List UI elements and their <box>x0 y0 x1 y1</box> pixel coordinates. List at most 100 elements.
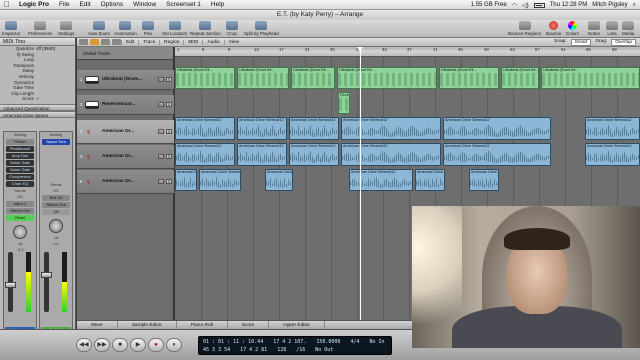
advanced-quantization-section[interactable]: Advanced Quantization <box>0 103 75 111</box>
midi-region[interactable]: Ultrabeat (Drum Kit... <box>501 67 539 89</box>
colors-button[interactable]: Colors <box>566 21 579 37</box>
menu-screenset[interactable]: Screenset 1 <box>161 1 206 8</box>
pan-knob[interactable] <box>13 225 27 239</box>
menu-file[interactable]: File <box>54 1 74 8</box>
plugin-slot[interactable]: Amp Des <box>6 153 34 159</box>
auto-zoom-button[interactable]: Auto Zoom <box>88 21 110 37</box>
volume-fader-track[interactable] <box>44 252 49 312</box>
setting-button[interactable]: Space Des <box>42 139 70 145</box>
inspector-button[interactable]: Inspector <box>2 21 21 37</box>
arrange-menu-edit[interactable]: Edit <box>121 39 138 45</box>
plugin-slot[interactable]: Pedalboard <box>6 146 34 152</box>
track-header[interactable]: 4 ♆ American Dr... M S <box>77 145 174 169</box>
mute-button[interactable]: M <box>158 154 164 159</box>
audio-region[interactable]: American Drive Stereo#12 <box>289 117 339 140</box>
volume-fader-handle[interactable] <box>41 272 52 278</box>
track-section[interactable]: American Drive Stereo <box>0 110 75 118</box>
output-slot[interactable]: Stereo Out <box>6 208 34 214</box>
pause-button[interactable]: ⏸ <box>166 338 182 352</box>
plugin-slot[interactable]: Chan EQ <box>6 181 34 187</box>
rewind-button[interactable]: ◀◀ <box>76 338 92 352</box>
split-by-playhead-button[interactable]: Split by Playhead <box>244 21 279 37</box>
media-button[interactable]: Media <box>622 21 634 37</box>
automation-mode-button[interactable]: Read <box>6 215 34 221</box>
midi-region[interactable]: Ultrabeat (Drum Kit... <box>541 67 640 89</box>
drag-select[interactable]: Overlap <box>611 38 636 46</box>
track-header[interactable]: 1 Ultrabeat (Drum... M S <box>77 70 174 90</box>
track-header[interactable]: 2 ReverseGuar... M S <box>77 95 174 115</box>
midi-region[interactable]: Rever <box>338 92 350 114</box>
clock[interactable]: Thu 12:28 PM <box>550 2 588 8</box>
midi-region[interactable]: Ultrabeat (Drum Kit... <box>291 67 335 89</box>
plugin-slot[interactable]: Compressor <box>6 174 34 180</box>
tab-score[interactable]: Score <box>228 321 270 329</box>
mute-button[interactable]: M <box>158 77 164 82</box>
preferences-button[interactable]: Preferences <box>28 21 52 37</box>
audio-region[interactable]: American Drive Stereo#12 <box>469 169 499 191</box>
midi-region[interactable]: Ultrabeat (Drum Kit... <box>175 67 235 89</box>
flex-button[interactable]: Flex <box>142 21 154 37</box>
solo-button[interactable]: S <box>166 77 172 82</box>
tool-button[interactable] <box>90 39 99 45</box>
audio-region[interactable]: American Drive Stereo#12 <box>237 117 287 140</box>
menu-help[interactable]: Help <box>206 1 229 8</box>
spotlight-icon[interactable]: ⌕ <box>633 2 636 9</box>
mute-button[interactable]: M <box>158 102 164 107</box>
plugin-slot[interactable]: Noise Gate <box>6 160 34 166</box>
disk-free-status[interactable]: 1.55 GB Free <box>471 2 507 8</box>
track-header[interactable]: 5 ♆ American Dr... M S <box>77 170 174 194</box>
audio-region[interactable]: American Drive Stereo#12 <box>443 143 551 166</box>
audio-region[interactable]: American Drive Stereo#12 <box>175 169 197 191</box>
param-row[interactable]: Score ✓ <box>0 96 75 102</box>
arrange-menu-track[interactable]: Track <box>138 39 159 45</box>
menu-edit[interactable]: Edit <box>74 1 95 8</box>
global-tracks-header[interactable]: Global Tracks <box>77 47 173 60</box>
lists-button[interactable]: Lists <box>606 21 618 37</box>
menu-app[interactable]: Logic Pro <box>14 1 54 8</box>
user-name[interactable]: Mitch Pigsley <box>592 2 627 8</box>
arrange-menu-view[interactable]: View <box>223 39 243 45</box>
audio-region[interactable]: American Drive Stereo#12 <box>341 143 441 166</box>
audio-region[interactable]: American Drive Stereo#12 <box>199 169 241 191</box>
volume-icon[interactable]: ◁) <box>522 2 529 9</box>
tool-button[interactable] <box>79 39 88 45</box>
audio-region[interactable]: American Drive Stereo#12 <box>237 143 287 166</box>
tool-button[interactable] <box>101 39 110 45</box>
tab-sample-editor[interactable]: Sample Editor <box>118 321 177 329</box>
midi-thru-header[interactable]: MIDI Thru <box>0 38 75 46</box>
bar-ruler[interactable]: 1 5 9 13 17 21 25 29 33 37 41 45 49 53 5… <box>175 47 640 57</box>
audio-region[interactable]: American Drive Stereo#12 <box>585 117 640 140</box>
transport-display[interactable]: 01 : 01 : 11 : 10.44 17 4 2 107. 150.000… <box>198 336 392 355</box>
bounce-button[interactable]: Bounce <box>546 21 561 37</box>
arrange-menu-audio[interactable]: Audio <box>202 39 223 45</box>
audio-region[interactable]: American Drive Stereo#12 <box>585 143 640 166</box>
tool-button[interactable] <box>112 39 121 45</box>
playhead[interactable] <box>357 47 363 320</box>
tab-mixer[interactable]: Mixer <box>77 321 118 329</box>
volume-fader-handle[interactable] <box>5 282 16 288</box>
midi-region[interactable]: Ultrabeat (Drum Kit... <box>439 67 499 89</box>
audio-region[interactable]: American Drive Stereo#12 <box>349 169 413 191</box>
input-slot[interactable]: Bus 10 <box>42 195 70 201</box>
audio-region[interactable]: American Drive Stereo#12 <box>341 117 441 140</box>
crop-button[interactable]: Crop <box>226 21 238 37</box>
wifi-icon[interactable]: ◠ <box>512 2 517 9</box>
audio-region[interactable]: American Drive Stereo#12 <box>265 169 293 191</box>
midi-region[interactable]: Ultrabeat (Drum Kit... <box>337 67 437 89</box>
tab-hyper-editor[interactable]: Hyper Editor <box>269 321 325 329</box>
audio-region[interactable]: American Drive Stereo#12 <box>415 169 445 191</box>
solo-button[interactable]: S <box>166 102 172 107</box>
output-slot[interactable]: Stereo Out <box>42 202 70 208</box>
snap-select[interactable]: Smart <box>570 38 592 46</box>
mute-button[interactable]: M <box>158 129 164 134</box>
menu-window[interactable]: Window <box>128 1 161 8</box>
input-slot[interactable]: Input 1 <box>6 201 34 207</box>
play-button[interactable]: ▶ <box>130 338 146 352</box>
bounce-regions-button[interactable]: Bounce Regions <box>508 21 541 37</box>
notes-button[interactable]: Notes <box>588 21 600 37</box>
fast-forward-button[interactable]: ▶▶ <box>94 338 110 352</box>
plugin-slot[interactable]: Noise Gate <box>6 167 34 173</box>
stop-button[interactable]: ■ <box>112 338 128 352</box>
set-locators-button[interactable]: Set Locators <box>162 21 187 37</box>
arrange-menu-region[interactable]: Region <box>159 39 183 45</box>
